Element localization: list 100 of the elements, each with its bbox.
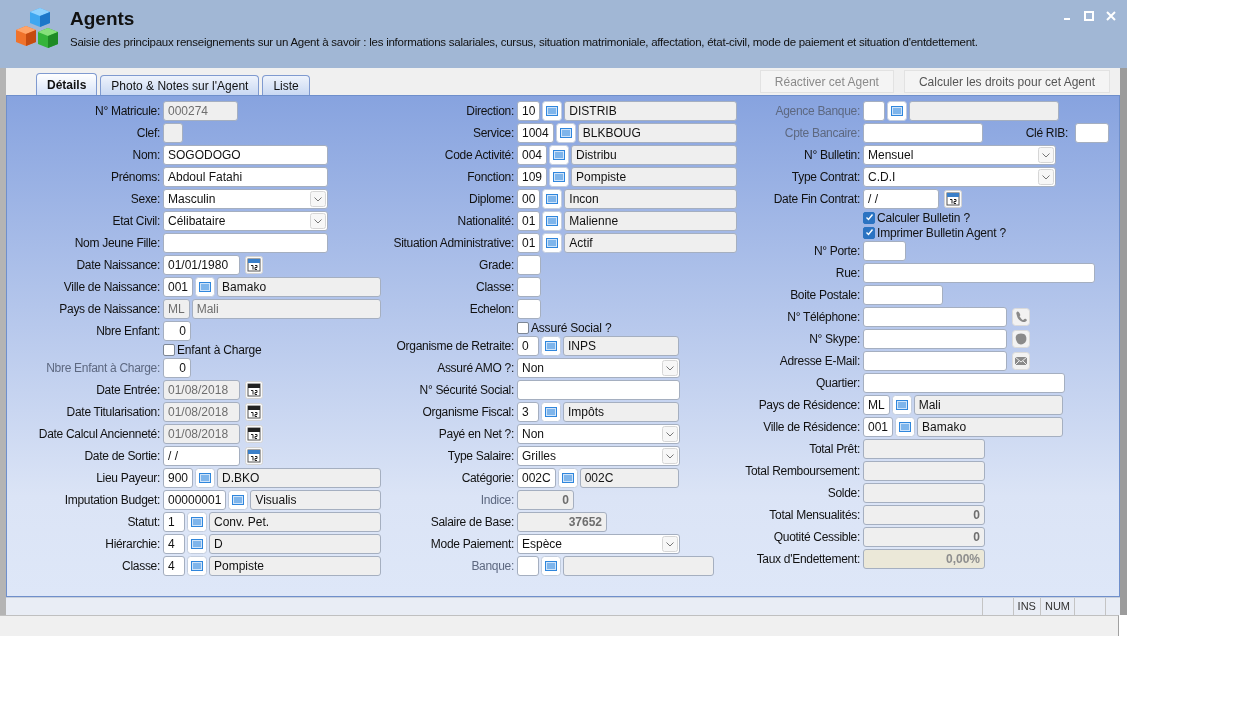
list-button[interactable] (187, 534, 207, 554)
text-field[interactable] (863, 241, 906, 261)
text-field[interactable]: SOGODOGO (163, 145, 328, 165)
checkbox[interactable]: Calculer Bulletin ? (863, 210, 970, 225)
list-button[interactable] (887, 101, 907, 121)
text-field[interactable] (163, 233, 328, 253)
text-field[interactable] (863, 351, 1007, 371)
code-field[interactable]: 4 (163, 556, 185, 576)
calendar-button[interactable] (245, 381, 263, 399)
code-field[interactable]: 10 (517, 101, 541, 121)
code-field[interactable]: 01 (517, 211, 541, 231)
list-button[interactable] (195, 468, 216, 488)
code-field[interactable]: 1004 (517, 123, 554, 143)
list-button[interactable] (895, 417, 916, 437)
checkbox[interactable]: Imprimer Bulletin Agent ? (863, 225, 1007, 240)
text-field[interactable] (517, 299, 541, 319)
list-button[interactable] (541, 336, 561, 356)
select-field[interactable]: Non (517, 358, 680, 378)
number-field[interactable]: 0 (863, 527, 985, 547)
select-field[interactable]: C.D.I (863, 167, 1056, 187)
number-field[interactable]: 0 (863, 505, 985, 525)
number-field[interactable] (863, 483, 985, 503)
field-label: Agence Banque: (774, 104, 861, 118)
code-field[interactable]: 3 (517, 402, 539, 422)
number-field[interactable] (863, 461, 985, 481)
list-button[interactable] (187, 556, 207, 576)
code-field[interactable]: 001 (163, 277, 194, 297)
envelope-icon[interactable] (1012, 352, 1030, 370)
tab[interactable]: Détails (36, 73, 98, 95)
code-field[interactable]: 001 (863, 417, 894, 437)
text-field[interactable] (163, 123, 183, 143)
phone-icon[interactable] (1012, 308, 1030, 326)
calendar-button[interactable] (245, 425, 263, 443)
number-field[interactable]: 37652 (517, 512, 607, 532)
code-field[interactable]: 004 (517, 145, 548, 165)
text-field[interactable] (517, 380, 680, 400)
list-button[interactable] (187, 512, 207, 532)
select-field[interactable]: Non (517, 424, 680, 444)
select-field[interactable]: Célibataire (163, 211, 328, 231)
calendar-button[interactable] (245, 403, 263, 421)
list-button[interactable] (195, 277, 216, 297)
code-field[interactable]: 109 (517, 167, 548, 187)
code-field[interactable]: 01 (517, 233, 541, 253)
tab[interactable]: Photo & Notes sur l'Agent (100, 75, 260, 95)
text-field[interactable] (863, 373, 1065, 393)
select-field[interactable]: Espèce (517, 534, 680, 554)
text-field[interactable] (517, 255, 541, 275)
code-field[interactable]: 1 (163, 512, 185, 532)
code-field[interactable]: ML (163, 299, 190, 319)
field-label: Rue: (834, 266, 861, 280)
text-field[interactable] (863, 285, 943, 305)
text-field[interactable] (863, 329, 1007, 349)
calendar-button[interactable] (245, 447, 263, 465)
code-field[interactable]: 0 (517, 336, 539, 356)
action-button[interactable]: Calculer les droits pour cet Agent (903, 70, 1110, 93)
text-field[interactable] (1075, 123, 1109, 143)
code-field[interactable]: 00 (517, 189, 541, 209)
date-field[interactable]: 01/08/2018 (163, 424, 240, 444)
code-field[interactable]: 00000001 (163, 490, 227, 510)
code-field[interactable]: ML (863, 395, 890, 415)
text-field[interactable] (517, 277, 541, 297)
list-button[interactable] (542, 233, 563, 253)
chat-icon[interactable] (1012, 330, 1030, 348)
select-field[interactable]: Grilles (517, 446, 680, 466)
date-field[interactable]: / / (163, 446, 240, 466)
list-button[interactable] (555, 123, 576, 143)
maximize-button[interactable] (1083, 10, 1095, 22)
date-field[interactable]: 01/08/2018 (163, 380, 240, 400)
field-label: Hiérarchie: (104, 537, 161, 551)
list-button[interactable] (549, 145, 570, 165)
list-button[interactable] (557, 468, 578, 488)
close-button[interactable] (1105, 10, 1117, 22)
select-field[interactable]: Masculin (163, 189, 328, 209)
text-field[interactable] (863, 307, 1007, 327)
date-field[interactable]: 01/08/2018 (163, 402, 240, 422)
list-button[interactable] (542, 211, 563, 231)
number-field[interactable] (863, 439, 985, 459)
calendar-button[interactable] (944, 190, 962, 208)
code-field[interactable]: 4 (163, 534, 185, 554)
text-field[interactable]: 000274 (163, 101, 238, 121)
number-field[interactable]: 0 (163, 321, 191, 341)
select-field[interactable]: Mensuel (863, 145, 1056, 165)
list-button[interactable] (541, 402, 561, 422)
text-field[interactable]: Abdoul Fatahi (163, 167, 328, 187)
list-button[interactable] (549, 167, 570, 187)
tab[interactable]: Liste (262, 75, 310, 95)
calendar-button[interactable] (245, 256, 263, 274)
list-button[interactable] (891, 395, 912, 415)
code-field[interactable]: 002C (517, 468, 556, 488)
list-button[interactable] (542, 189, 563, 209)
list-button[interactable] (541, 556, 561, 576)
list-button[interactable] (228, 490, 249, 510)
name-field: DISTRIB (564, 101, 737, 121)
text-field[interactable] (863, 263, 1095, 283)
date-field[interactable]: / / (863, 189, 939, 209)
checkbox[interactable]: Enfant à Charge (163, 342, 262, 357)
list-button[interactable] (542, 101, 563, 121)
checkbox[interactable]: Assuré Social ? (517, 320, 612, 335)
date-field[interactable]: 01/01/1980 (163, 255, 240, 275)
code-field[interactable]: 900 (163, 468, 194, 488)
